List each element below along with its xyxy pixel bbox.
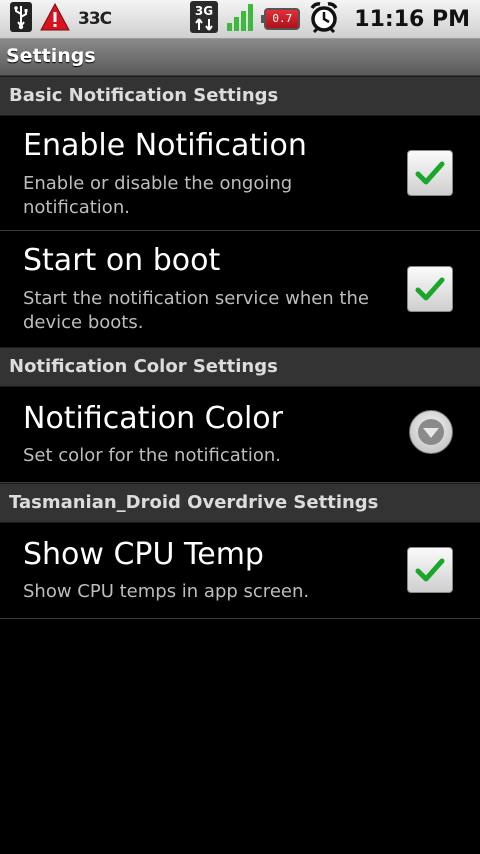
pref-summary: Show CPU temps in app screen.: [23, 581, 310, 602]
battery-icon: 0.7: [261, 8, 301, 30]
checkmark-icon: [415, 277, 445, 301]
notification-color-dropdown[interactable]: [409, 410, 453, 454]
start-on-boot-checkbox[interactable]: [407, 266, 453, 312]
signal-icon: [227, 3, 255, 35]
category-header-notification-color: Notification Color Settings: [0, 347, 480, 387]
category-label: Notification Color Settings: [9, 356, 278, 377]
pref-summary: Set color for the notification.: [23, 445, 282, 466]
pref-summary: Enable or disable the ongoing notificati…: [23, 173, 293, 218]
pref-enable-notification[interactable]: Enable Notification Enable or disable th…: [0, 114, 480, 231]
pref-show-cpu-temp[interactable]: Show CPU Temp Show CPU temps in app scre…: [0, 521, 480, 619]
pref-title: Show CPU Temp: [23, 537, 264, 572]
network-type-label: 3G: [195, 4, 213, 18]
category-header-overdrive: Tasmanian_Droid Overdrive Settings: [0, 483, 480, 523]
clock-time: 11:16 PM: [354, 6, 470, 32]
warning-icon: [40, 2, 70, 35]
battery-label: 0.7: [272, 12, 293, 25]
pref-summary: Start the notification service when the …: [23, 288, 369, 333]
pref-title: Start on boot: [23, 243, 221, 278]
category-header-basic-notification: Basic Notification Settings: [0, 76, 480, 116]
usb-icon: [10, 2, 32, 36]
3g-icon: 3G: [190, 1, 219, 37]
alarm-icon: [309, 1, 339, 37]
pref-title: Enable Notification: [23, 128, 307, 163]
pref-notification-color[interactable]: Notification Color Set color for the not…: [0, 385, 480, 483]
temperature-readout: 33C: [78, 9, 112, 29]
page-title: Settings: [6, 45, 96, 67]
title-bar: Settings: [0, 39, 480, 76]
pref-start-on-boot[interactable]: Start on boot Start the notification ser…: [0, 231, 480, 348]
status-bar: 33C 3G 0.7 11:16 PM: [0, 0, 480, 39]
show-cpu-temp-checkbox[interactable]: [407, 547, 453, 593]
checkmark-icon: [415, 558, 445, 582]
enable-notification-checkbox[interactable]: [407, 150, 453, 196]
category-label: Tasmanian_Droid Overdrive Settings: [9, 492, 379, 513]
checkmark-icon: [415, 161, 445, 185]
chevron-down-icon: [418, 419, 444, 445]
pref-title: Notification Color: [23, 401, 283, 436]
category-label: Basic Notification Settings: [9, 85, 279, 106]
